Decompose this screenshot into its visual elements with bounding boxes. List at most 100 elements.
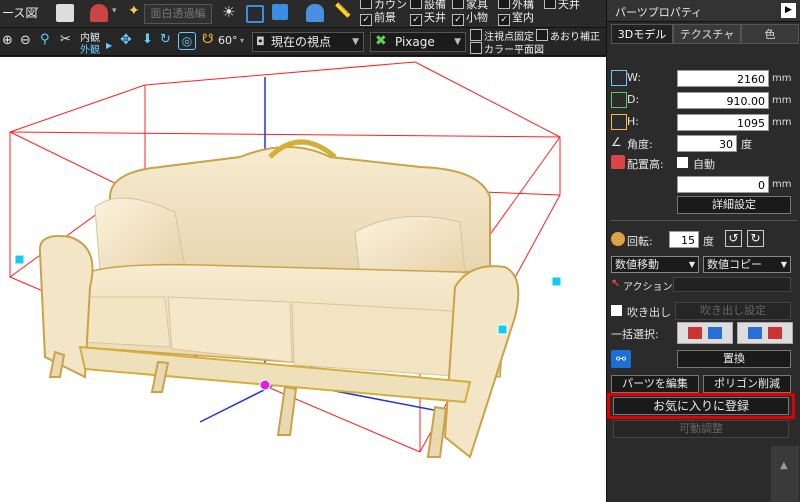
rotate-right-button[interactable]: ↻ xyxy=(747,230,764,247)
depth-label: D: xyxy=(627,93,640,106)
parts-icon xyxy=(768,327,782,339)
perspective-mode-label[interactable]: ース図 xyxy=(2,4,37,21)
main-toolbar: ース図 ▾ ▾ ✦ 面白透過編 ☀ 📏 カウント 設備 家具 外構 天井 ✓ 前景… xyxy=(0,0,606,28)
orbit-icon[interactable]: ◎ xyxy=(178,32,196,50)
placement-height-label: 配置高: xyxy=(627,158,664,171)
ceiling-checkbox-top[interactable] xyxy=(544,0,556,9)
grid-view-icon[interactable] xyxy=(272,4,288,20)
magic-wand-icon[interactable]: ✦ xyxy=(128,3,140,19)
action-field[interactable] xyxy=(673,277,791,292)
scroll-up-icon[interactable]: ▲ xyxy=(780,460,788,471)
auto-checkbox[interactable] xyxy=(677,157,688,168)
equipment-checkbox[interactable] xyxy=(410,0,422,9)
count-checkbox[interactable] xyxy=(360,0,372,9)
tools-icon[interactable]: ✂ xyxy=(60,32,71,47)
angle-field[interactable]: 30 xyxy=(677,135,737,152)
height-field[interactable]: 1095 xyxy=(677,114,769,131)
parts-icon xyxy=(708,327,722,339)
rotation-field[interactable]: 15 xyxy=(669,231,699,248)
interior-label: 室内 xyxy=(512,11,534,24)
brightness-icon[interactable]: ☀ xyxy=(222,3,235,21)
move-icon[interactable]: ✥ xyxy=(120,32,132,48)
scene-canvas[interactable] xyxy=(0,57,606,502)
placement-height-field[interactable]: 0 xyxy=(677,176,769,193)
width-label: W: xyxy=(627,71,641,84)
seat-cushion-right[interactable] xyxy=(291,301,471,378)
balloon-settings-button[interactable]: 吹き出し設定 xyxy=(675,302,791,320)
small-items-checkbox[interactable]: ✓ xyxy=(452,14,464,26)
furniture-checkbox[interactable] xyxy=(452,0,464,9)
movable-adjust-button[interactable]: 可動調整 xyxy=(613,420,789,438)
bulk-select-same-button[interactable] xyxy=(677,322,733,344)
transparency-edit-button[interactable]: 面白透過編 xyxy=(144,4,212,24)
rotate-left-button[interactable]: ↺ xyxy=(725,230,742,247)
down-arrow-icon[interactable]: ⬇ xyxy=(142,32,153,47)
foreground-checkbox[interactable]: ✓ xyxy=(360,14,372,26)
ceiling-label: 天井 xyxy=(424,11,446,24)
fit-view-icon[interactable] xyxy=(246,5,264,23)
angle-value[interactable]: 60° xyxy=(218,34,238,47)
chevron-down-icon[interactable]: ▾ xyxy=(112,6,117,16)
resize-handle-right[interactable] xyxy=(551,276,562,287)
arm-right[interactable] xyxy=(443,265,520,459)
tilt-correction-label: あおり補正 xyxy=(550,32,600,43)
roof-icon[interactable] xyxy=(90,4,108,22)
tab-3d-model[interactable]: 3Dモデル xyxy=(611,24,673,44)
detail-settings-button[interactable]: 詳細設定 xyxy=(677,196,791,214)
depth-field[interactable]: 910.00 xyxy=(677,92,769,109)
3d-viewport[interactable] xyxy=(0,57,606,502)
ceiling-checkbox[interactable]: ✓ xyxy=(410,14,422,26)
chevron-down-icon: ▼ xyxy=(454,37,461,47)
outer-view-label[interactable]: 外観 xyxy=(80,41,100,56)
angle-icon: ∠ xyxy=(611,135,622,149)
chevron-down-icon[interactable]: ▾ xyxy=(240,36,244,45)
pivot-handle[interactable] xyxy=(259,379,271,391)
edit-parts-button[interactable]: パーツを編集 xyxy=(611,375,699,393)
action-icon: ↖ xyxy=(611,277,621,290)
viewpoint-select[interactable]: ◘ 現在の視点 ▼ xyxy=(252,32,364,52)
add-to-favorites-button[interactable]: お気に入りに登録 xyxy=(613,397,789,415)
chevron-down-icon[interactable]: ▾ xyxy=(34,5,39,15)
numeric-copy-value: 数値コピー xyxy=(707,258,762,271)
link-icon[interactable]: ⚯ xyxy=(611,350,631,368)
numeric-copy-select[interactable]: 数値コピー ▼ xyxy=(703,256,791,273)
panel-collapse-button[interactable]: ▶ xyxy=(781,3,796,18)
bulk-select-all-button[interactable] xyxy=(737,322,793,344)
pixage-select[interactable]: ✖ Pixage ▼ xyxy=(370,32,466,52)
rotate-icon[interactable]: ↻ xyxy=(160,32,171,47)
width-icon xyxy=(611,70,627,86)
note-point-fixed-checkbox[interactable] xyxy=(470,29,482,41)
parts-icon xyxy=(688,327,702,339)
ceiling-label-top: 天井 xyxy=(558,0,580,11)
tilt-correction-checkbox[interactable] xyxy=(536,29,548,41)
exterior-checkbox[interactable] xyxy=(498,0,510,9)
ruler-icon[interactable]: 📏 xyxy=(334,3,351,19)
panel-scrollbar[interactable]: ▲ xyxy=(771,446,799,502)
zoom-in-icon[interactable]: ⊕ xyxy=(2,33,13,48)
balloon-checkbox[interactable] xyxy=(611,305,622,316)
interior-checkbox[interactable]: ✓ xyxy=(498,14,510,26)
divider xyxy=(611,220,797,221)
walk-icon[interactable]: ⚲ xyxy=(40,32,50,47)
numeric-move-value: 数値移動 xyxy=(615,258,659,271)
chevron-down-icon: ▼ xyxy=(688,260,695,269)
zoom-out-icon[interactable]: ⊖ xyxy=(20,33,31,48)
numeric-move-select[interactable]: 数値移動 ▼ xyxy=(611,256,699,273)
camera-angle-icon[interactable]: ☋ xyxy=(202,32,214,47)
color-plan-label: カラー平面図 xyxy=(484,45,544,56)
height-icon xyxy=(611,114,627,130)
cube-icon[interactable] xyxy=(56,4,74,22)
paint-icon[interactable] xyxy=(306,4,324,22)
color-plan-checkbox[interactable] xyxy=(470,42,482,54)
resize-handle-left[interactable] xyxy=(14,254,25,265)
polygon-reduce-button[interactable]: ポリゴン削減 xyxy=(703,375,791,393)
replace-button[interactable]: 置換 xyxy=(677,350,791,368)
tab-texture[interactable]: テクスチャ xyxy=(673,24,741,44)
tab-color[interactable]: 色 xyxy=(741,24,799,44)
angle-unit: 度 xyxy=(741,138,752,151)
viewpoint-select-value: 現在の視点 xyxy=(271,35,332,49)
resize-handle-front[interactable] xyxy=(497,324,508,335)
play-icon[interactable]: ▶ xyxy=(106,41,112,50)
pixage-logo-icon: ✖ xyxy=(375,33,387,49)
width-field[interactable]: 2160 xyxy=(677,70,769,87)
